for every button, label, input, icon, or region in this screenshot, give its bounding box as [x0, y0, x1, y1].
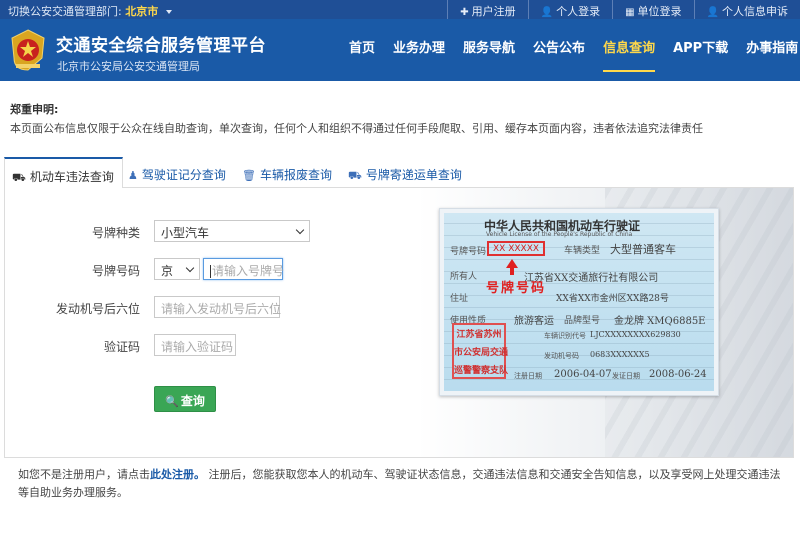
nav-service-guide[interactable]: 服务导航 [454, 19, 524, 81]
trash-icon: 🗑 [242, 169, 256, 182]
building-icon: ▦ [625, 7, 635, 18]
police-emblem-icon [11, 29, 45, 71]
nav-home[interactable]: 首页 [340, 19, 384, 81]
nav-business[interactable]: 业务办理 [384, 19, 454, 81]
query-button-label: 查询 [180, 394, 205, 408]
nav-announcements[interactable]: 公告公布 [524, 19, 594, 81]
user-icon: 👤 [540, 7, 554, 18]
license-sample-image: 中华人民共和国机动车行驶证 Vehicle License of the Peo… [439, 208, 719, 396]
nav-app-download[interactable]: APP下载 [664, 19, 737, 81]
text-cursor [210, 265, 211, 278]
truck-icon: ⛟ [348, 169, 362, 182]
department-switcher[interactable]: 切换公安交通管理部门: 北京市 [8, 3, 172, 19]
site-subtitle: 北京市公安局公安交通管理局 [57, 60, 200, 73]
department-switch-label: 切换公安交通管理部门: [8, 5, 122, 18]
card-reg-date-value: 2006-04-07 [554, 369, 612, 380]
nav-info-query[interactable]: 信息查询 [594, 19, 664, 81]
card-engine-field: 发动机号码 [544, 352, 579, 360]
card-owner-field: 所有人 [450, 272, 478, 282]
stamp-line: 巡警警察支队 [454, 366, 509, 376]
info-appeal-label: 个人信息申诉 [722, 5, 788, 18]
plate-number-placeholder: 请输入号牌号 [212, 264, 285, 278]
register-link-label: 用户注册 [471, 5, 516, 18]
card-vin-field: 车辆识别代号 [544, 332, 586, 340]
query-button[interactable]: 🔍 查询 [154, 386, 216, 412]
stamp-line: 江苏省苏州 [456, 330, 502, 340]
company-login-label: 单位登录 [637, 5, 682, 18]
official-stamp: 江苏省苏州 市公安局交通 巡警警察支队 [452, 323, 509, 379]
company-login-link[interactable]: ▦ 单位登录 [612, 0, 693, 19]
top-bar: 切换公安交通管理部门: 北京市 ✚ 用户注册 👤 个人登录 ▦ 单位登录 👤 个人信息申… [0, 0, 800, 19]
engine-number-label: 发动机号后六位 [55, 302, 140, 316]
chevron-down-icon [185, 263, 195, 273]
main-nav: 首页 业务办理 服务导航 公告公布 信息查询 APP下载 办事指南 [340, 19, 800, 81]
card-plate-field: 号牌号码 [450, 247, 487, 257]
current-city[interactable]: 北京市 [125, 5, 158, 18]
query-panel: 号牌种类 小型汽车 号牌号码 京 请输入号牌号 发动机号后六位 请输入发动机号后… [4, 188, 794, 458]
personal-login-link[interactable]: 👤 个人登录 [527, 0, 612, 19]
stamp-line: 市公安局交通 [454, 348, 509, 358]
plate-type-value: 小型汽车 [161, 226, 210, 240]
register-hint-prefix: 如您不是注册用户，请点击 [18, 468, 150, 481]
notice-title: 郑重申明: [10, 103, 59, 116]
tab-label: 驾驶证记分查询 [141, 168, 226, 182]
plate-type-select[interactable]: 小型汽车 [154, 220, 310, 242]
plate-number-input[interactable]: 请输入号牌号 [203, 258, 285, 280]
tab-label: 车辆报废查询 [259, 168, 332, 182]
card-address-value: XX省XX市金州区XX路28号 [556, 294, 669, 304]
card-plate-highlight: XX XXXXX [487, 241, 545, 256]
plate-prefix-value: 京 [161, 264, 174, 278]
register-link[interactable]: ✚ 用户注册 [447, 0, 527, 19]
nav-office-guide[interactable]: 办事指南 [737, 19, 800, 81]
site-header: 交通安全综合服务管理平台 北京市公安局公安交通管理局 首页 业务办理 服务导航 … [0, 19, 800, 81]
tab-plate-delivery[interactable]: ⛟ 号牌寄递运单查询 [348, 157, 462, 188]
tab-vehicle-scrap[interactable]: 🗑 车辆报废查询 [242, 157, 332, 188]
site-title: 交通安全综合服务管理平台 [56, 36, 266, 56]
license-card: 中华人民共和国机动车行驶证 Vehicle License of the Peo… [444, 213, 714, 391]
tab-vehicle-violation[interactable]: ⛟ 机动车违法查询 [4, 157, 123, 189]
chevron-down-icon[interactable] [165, 10, 172, 14]
user-check-icon: 👤 [706, 7, 719, 18]
personal-login-label: 个人登录 [556, 5, 601, 18]
card-plate-value: XX XXXXX [493, 244, 540, 254]
card-model-value: 金龙牌 XMQ6885E [614, 316, 706, 327]
search-icon: 🔍 [165, 395, 179, 408]
plate-prefix-select[interactable]: 京 [154, 258, 200, 280]
tab-label: 号牌寄递运单查询 [365, 168, 462, 182]
chevron-down-icon [295, 225, 305, 235]
person-icon: ♟ [128, 169, 138, 182]
plate-type-label: 号牌种类 [91, 226, 140, 240]
card-reg-date-field: 注册日期 [514, 372, 542, 380]
captcha-label: 验证码 [103, 340, 140, 354]
plate-annotation-label: 号牌号码 [486, 281, 547, 296]
card-model-field: 品牌型号 [564, 316, 601, 326]
card-use-value: 旅游客运 [514, 316, 554, 327]
plus-icon: ✚ [460, 7, 469, 18]
register-here-link[interactable]: 此处注册。 [150, 468, 205, 481]
tab-license-points[interactable]: ♟ 驾驶证记分查询 [128, 157, 226, 188]
card-engine-value: 0683XXXXXX5 [590, 350, 650, 359]
notice-text: 本页面公布信息仅限于公众在线自助查询，单次查询，任何个人和组织不得通过任何手段爬… [10, 122, 703, 135]
truck-icon: ⛟ [12, 171, 26, 184]
plate-number-label: 号牌号码 [91, 264, 140, 278]
card-issue-date-value: 2008-06-24 [649, 369, 707, 380]
engine-number-input[interactable]: 请输入发动机号后六位 [154, 296, 281, 318]
info-appeal-link[interactable]: 👤 个人信息申诉 [693, 0, 800, 19]
query-tabs: ⛟ 机动车违法查询 ♟ 驾驶证记分查询 🗑 车辆报废查询 ⛟ 号牌寄递运单查询 [4, 157, 794, 189]
card-issue-date-field: 发证日期 [612, 372, 640, 380]
card-vin-value: LJCXXXXXXXX629830 [590, 330, 681, 339]
card-vehicle-type-field: 车辆类型 [564, 246, 601, 256]
card-address-field: 住址 [450, 294, 469, 304]
captcha-input[interactable]: 请输入验证码 [154, 334, 236, 356]
license-card-title-en: Vehicle License of the People's Republic… [486, 231, 633, 238]
register-hint: 如您不是注册用户，请点击此处注册。 注册后，您能获取您本人的机动车、驾驶证状态信… [18, 466, 788, 502]
card-vehicle-type-value: 大型普通客车 [610, 243, 676, 256]
tab-label: 机动车违法查询 [29, 170, 114, 184]
top-links: ✚ 用户注册 👤 个人登录 ▦ 单位登录 👤 个人信息申诉 [447, 0, 800, 19]
